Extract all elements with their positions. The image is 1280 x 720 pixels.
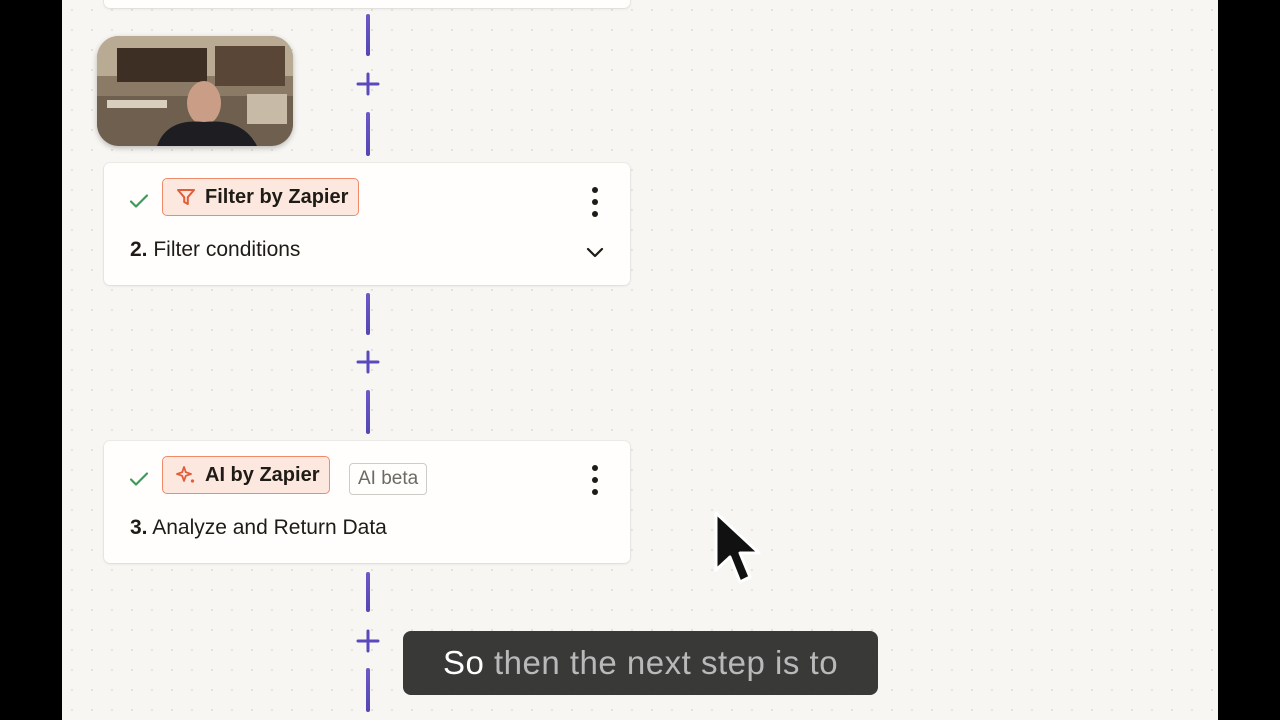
step-title: 3. Analyze and Return Data <box>130 516 387 540</box>
connector-line-bottom <box>366 668 370 712</box>
app-chip-ai[interactable]: AI by Zapier <box>162 456 331 494</box>
app-chip-label: Filter by Zapier <box>205 185 349 208</box>
connector-line-top <box>366 572 370 612</box>
step-number: 2. <box>130 238 148 261</box>
app-chip-label: AI by Zapier <box>205 463 320 486</box>
caption-text: then the next step is to <box>484 644 839 681</box>
previous-step-card[interactable] <box>104 0 630 8</box>
more-vertical-icon[interactable] <box>586 187 604 217</box>
step-card-filter[interactable]: Filter by Zapier 2. Filter conditions <box>104 163 630 285</box>
app-chip-filter[interactable]: Filter by Zapier <box>162 178 360 216</box>
ai-sparkle-icon <box>175 464 197 486</box>
connector-line-bottom <box>366 112 370 156</box>
check-icon <box>129 194 149 208</box>
video-caption: So then the next step is to <box>403 631 878 695</box>
step-connector <box>356 572 380 720</box>
plus-icon[interactable] <box>355 628 381 654</box>
more-vertical-icon[interactable] <box>586 465 604 495</box>
step-card-ai[interactable]: AI by Zapier AI beta 3. Analyze and Retu… <box>104 441 630 563</box>
connector-line-top <box>366 14 370 56</box>
connector-line-bottom <box>366 390 370 434</box>
caption-highlighted-text: So <box>442 644 485 681</box>
step-connector <box>356 293 380 435</box>
step-name: Analyze and Return Data <box>152 516 387 539</box>
plus-icon[interactable] <box>355 71 381 97</box>
step-name: Filter conditions <box>153 238 301 261</box>
check-icon <box>129 472 149 486</box>
step-connector <box>356 14 380 156</box>
step-number: 3. <box>130 516 148 539</box>
step-title: 2. Filter conditions <box>130 238 300 262</box>
ai-beta-badge: AI beta <box>349 463 428 495</box>
filter-icon <box>175 186 197 208</box>
mouse-cursor-icon <box>714 511 761 584</box>
chevron-down-icon[interactable] <box>584 241 606 263</box>
webcam-video-overlay <box>97 36 293 146</box>
plus-icon[interactable] <box>355 349 381 375</box>
connector-line-top <box>366 293 370 335</box>
